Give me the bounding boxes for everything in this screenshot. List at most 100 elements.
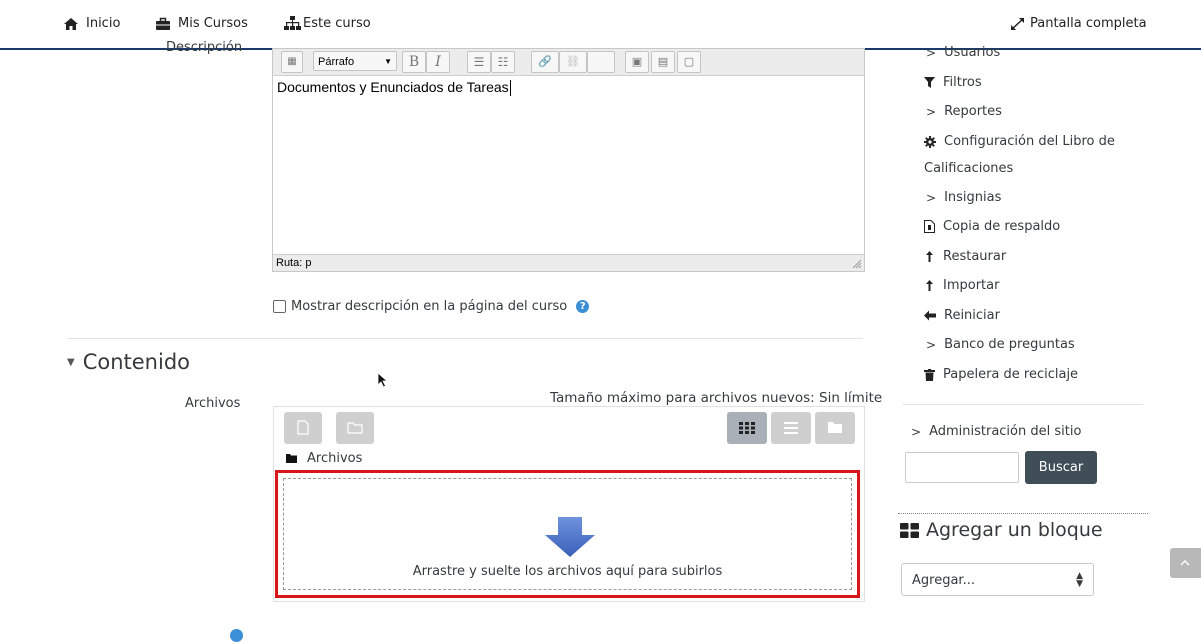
sidebar-site-admin[interactable]: > Administración del sitio <box>911 424 1081 439</box>
add-block-header: Agregar un bloque <box>900 519 1103 541</box>
sidebar-item-label: Reportes <box>944 104 1002 119</box>
sidebar-item-label: Banco de preguntas <box>944 337 1075 352</box>
section-divider <box>67 338 863 339</box>
media-icon[interactable]: ▤ <box>651 51 675 73</box>
emoticon-icon[interactable] <box>587 51 615 73</box>
view-icons-button[interactable] <box>727 412 767 444</box>
sidebar-item-reiniciar[interactable]: Reiniciar <box>924 308 1000 323</box>
dropzone[interactable]: Arrastre y suelte los archivos aquí para… <box>283 478 852 590</box>
unlink-icon[interactable]: ⛓ <box>559 51 587 73</box>
expand-icon <box>1011 17 1024 30</box>
file-backup-icon <box>924 220 935 233</box>
bullet-list-icon[interactable]: ☰ <box>467 51 491 73</box>
toolbar-toggle-icon[interactable]: ▦ <box>281 51 303 73</box>
block-divider <box>898 513 1148 514</box>
nav-home-label: Inicio <box>86 16 121 31</box>
numbered-list-icon[interactable]: ☷ <box>491 51 515 73</box>
sitemap-icon <box>284 16 301 30</box>
add-file-button[interactable] <box>284 412 322 444</box>
mouse-cursor-icon <box>377 372 389 388</box>
sidebar-item-label: Insignias <box>944 190 1002 205</box>
chevron-up-icon <box>1180 560 1190 566</box>
editor-content[interactable]: Documentos y Enunciados de Tareas <box>277 79 511 97</box>
files-label: Archivos <box>185 396 241 411</box>
italic-button[interactable]: I <box>426 51 450 73</box>
sidebar-item-recycle-bin[interactable]: Papelera de reciclaje <box>924 367 1078 382</box>
folder-path[interactable]: Archivos <box>286 451 362 466</box>
sidebar-item-backup[interactable]: Copia de respaldo <box>924 219 1060 234</box>
sidebar-item-label: Configuración del Libro de <box>944 134 1115 149</box>
image-icon[interactable]: ▣ <box>625 51 649 73</box>
select-arrows-icon: ▲ ▼ <box>1076 571 1083 589</box>
sidebar-item-question-bank[interactable]: > Banco de preguntas <box>926 337 1075 352</box>
chevron-right-icon: > <box>911 424 922 439</box>
chevron-right-icon: > <box>926 337 937 352</box>
search-button[interactable]: Buscar <box>1025 451 1097 484</box>
rich-text-editor: ▦ Párrafo ▼ B I ☰ ☷ 🔗 ⛓ ▣ ▤ ▢ Documentos… <box>272 48 865 272</box>
briefcase-icon <box>156 17 170 30</box>
sidebar-item-importar[interactable]: Importar <box>924 278 999 293</box>
help-icon[interactable] <box>230 629 243 642</box>
nav-this-course[interactable]: Este curso <box>284 16 371 31</box>
sidebar-item-label: Importar <box>943 278 1000 293</box>
nav-home[interactable]: Inicio <box>63 16 120 31</box>
sidebar-item-label-cont[interactable]: Calificaciones <box>924 161 1013 176</box>
nav-this-course-label: Este curso <box>303 16 371 31</box>
view-list-button[interactable] <box>771 412 811 444</box>
sidebar-item-filtros[interactable]: Filtros <box>924 75 982 90</box>
arrow-left-icon <box>924 310 936 321</box>
folder-icon <box>347 422 363 434</box>
trash-icon <box>924 368 935 381</box>
sidebar-item-usuarios[interactable]: > Usuarios <box>926 45 1000 60</box>
fullscreen-label: Pantalla completa <box>1030 16 1147 31</box>
filter-icon <box>924 77 935 88</box>
sidebar-item-insignias[interactable]: > Insignias <box>926 190 1001 205</box>
nav-my-courses[interactable]: Mis Cursos <box>155 16 248 31</box>
dropzone-text: Arrastre y suelte los archivos aquí para… <box>412 564 723 579</box>
folder-icon <box>286 454 297 463</box>
content-section-header[interactable]: ▼ Contenido <box>67 350 190 374</box>
editor-toolbar: ▦ Párrafo ▼ B I ☰ ☷ 🔗 ⛓ ▣ ▤ ▢ <box>273 49 864 76</box>
chevron-right-icon: > <box>926 45 937 60</box>
gear-icon <box>924 135 936 148</box>
view-tree-button[interactable] <box>815 412 855 444</box>
format-select-value: Párrafo <box>318 56 355 68</box>
admin-search-input[interactable] <box>905 452 1019 483</box>
sidebar-item-label: Copia de respaldo <box>943 219 1061 234</box>
description-label: Descripción <box>166 40 243 55</box>
resize-handle-icon[interactable] <box>852 259 862 269</box>
add-block-select[interactable]: Agregar... ▲ ▼ <box>901 563 1094 596</box>
sidebar-divider <box>903 404 1143 405</box>
sidebar-item-restaurar[interactable]: Restaurar <box>924 249 1006 264</box>
dropdown-arrow-icon: ▼ <box>384 57 392 66</box>
sidebar-item-grade-settings[interactable]: Configuración del Libro de <box>924 134 1115 149</box>
sidebar-item-label: Restaurar <box>943 249 1007 264</box>
add-block-title: Agregar un bloque <box>926 519 1103 541</box>
blocks-icon <box>900 522 919 538</box>
text-caret <box>509 80 511 97</box>
import-icon <box>926 280 933 291</box>
format-select[interactable]: Párrafo ▼ <box>313 51 397 71</box>
bold-button[interactable]: B <box>402 51 426 73</box>
create-folder-button[interactable] <box>336 412 374 444</box>
max-size-text: Tamaño máximo para archivos nuevos: Sin … <box>550 390 883 406</box>
sidebar-item-label: Reiniciar <box>944 308 1000 323</box>
content-section-title: Contenido <box>82 350 190 374</box>
help-icon[interactable]: ? <box>576 300 590 313</box>
link-icon[interactable]: 🔗 <box>531 51 559 73</box>
home-icon <box>64 17 78 30</box>
sidebar-item-label: Filtros <box>943 75 982 90</box>
editor-path-bar: Ruta: p <box>273 254 864 271</box>
download-arrow-icon <box>545 517 595 557</box>
nav-my-courses-label: Mis Cursos <box>178 16 248 31</box>
show-description-checkbox[interactable] <box>273 300 286 313</box>
sidebar-item-reportes[interactable]: > Reportes <box>926 104 1002 119</box>
show-description-label: Mostrar descripción en la página del cur… <box>291 299 568 314</box>
add-block-select-value: Agregar... <box>912 573 975 588</box>
file-icon[interactable]: ▢ <box>677 51 701 73</box>
editor-content-text: Documentos y Enunciados de Tareas <box>277 79 509 95</box>
fullscreen-toggle[interactable]: Pantalla completa <box>1010 16 1147 31</box>
sidebar-item-label: Administración del sitio <box>929 424 1082 439</box>
scroll-top-button[interactable] <box>1170 548 1201 578</box>
grid-icon <box>739 422 755 434</box>
